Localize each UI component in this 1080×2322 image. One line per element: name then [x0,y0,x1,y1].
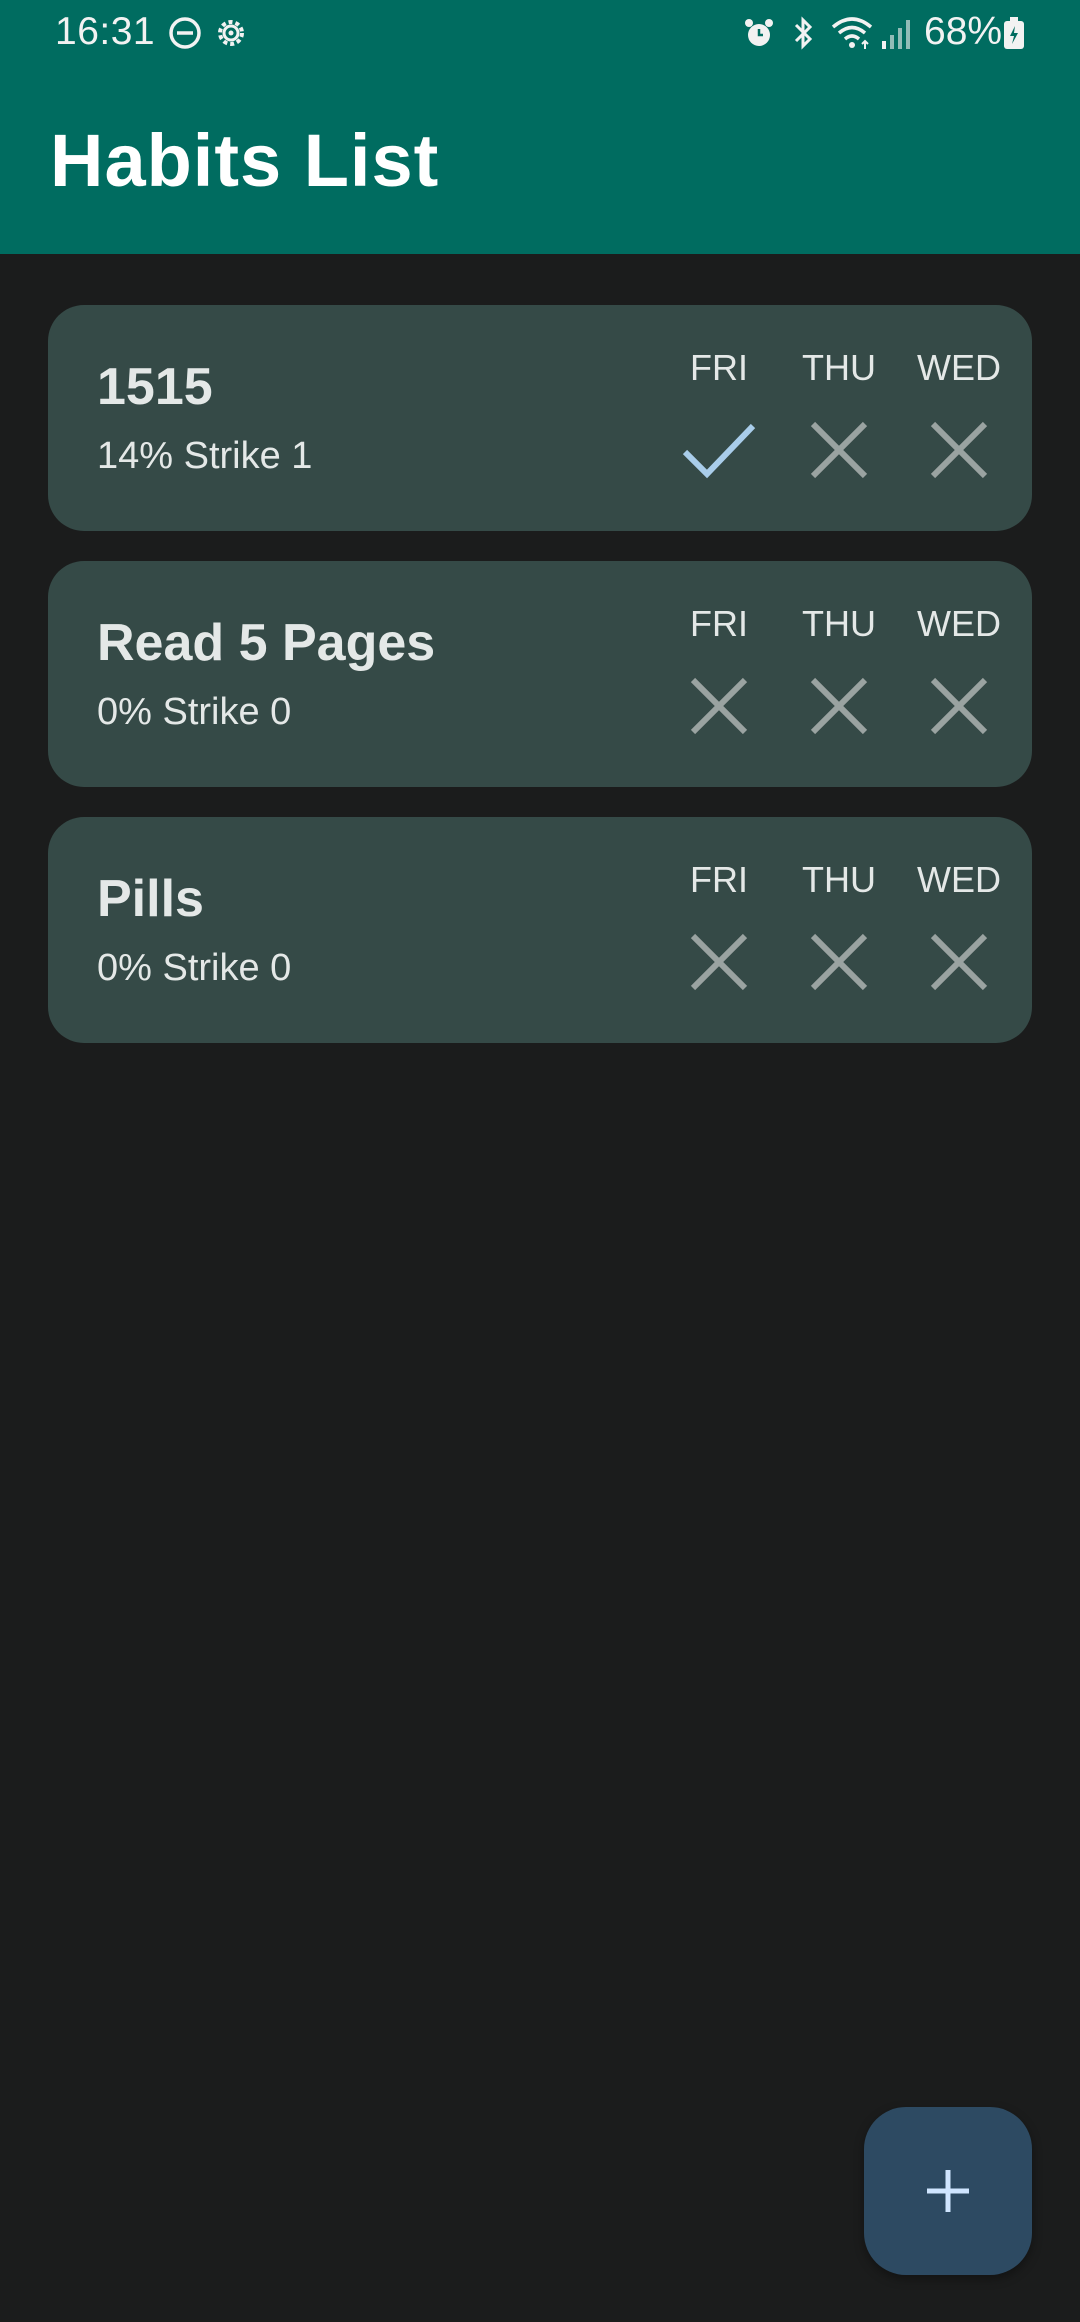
settings-icon [212,14,250,52]
day-label-wed: WED [917,859,1001,900]
habit-toggle-wed[interactable] [899,922,1019,1002]
page-title: Habits List [50,119,440,202]
cross-icon [810,677,868,735]
habit-stats: 0% Strike 0 [97,947,292,989]
habit-name: Read 5 Pages [97,614,436,672]
habit-toggle-thu[interactable] [779,922,899,1002]
day-label-wed: WED [917,347,1001,388]
habit-toggle-fri[interactable] [659,410,779,490]
cross-icon [810,933,868,991]
day-label-wed: WED [917,603,1001,644]
day-label-fri: FRI [690,347,748,388]
add-habit-button[interactable] [864,2107,1032,2275]
screen: 16:31 68% Habits List 1515 14% Strike 1 … [0,0,1080,2322]
habit-stats: 14% Strike 1 [97,435,313,477]
habit-toggle-wed[interactable] [899,666,1019,746]
day-label-thu: THU [802,859,876,900]
cross-icon [690,677,748,735]
habit-toggle-wed[interactable] [899,410,1019,490]
habit-stats: 0% Strike 0 [97,691,292,733]
battery-percent: 68% [924,10,1003,53]
day-label-thu: THU [802,603,876,644]
habit-card[interactable]: 1515 14% Strike 1 FRI THU WED [48,305,1032,531]
battery-icon [1000,14,1028,52]
habit-toggle-fri[interactable] [659,666,779,746]
cross-icon [930,677,988,735]
habit-name: 1515 [97,358,213,416]
day-label-thu: THU [802,347,876,388]
habit-card[interactable]: Pills 0% Strike 0 FRI THU WED [48,817,1032,1043]
cross-icon [690,933,748,991]
habit-toggle-thu[interactable] [779,666,899,746]
do-not-disturb-icon [166,14,204,52]
plus-icon [927,2170,969,2212]
check-icon [682,423,756,479]
status-time: 16:31 [55,10,156,53]
habit-toggle-thu[interactable] [779,410,899,490]
cross-icon [930,933,988,991]
wifi-icon [828,14,876,52]
bluetooth-icon [784,14,822,52]
app-bar: 16:31 68% Habits List [0,0,1080,254]
cross-icon [930,421,988,479]
habit-toggle-fri[interactable] [659,922,779,1002]
signal-icon [878,14,916,52]
day-label-fri: FRI [690,603,748,644]
alarm-icon [740,14,778,52]
cross-icon [810,421,868,479]
day-label-fri: FRI [690,859,748,900]
habit-card[interactable]: Read 5 Pages 0% Strike 0 FRI THU WED [48,561,1032,787]
habit-name: Pills [97,870,204,928]
